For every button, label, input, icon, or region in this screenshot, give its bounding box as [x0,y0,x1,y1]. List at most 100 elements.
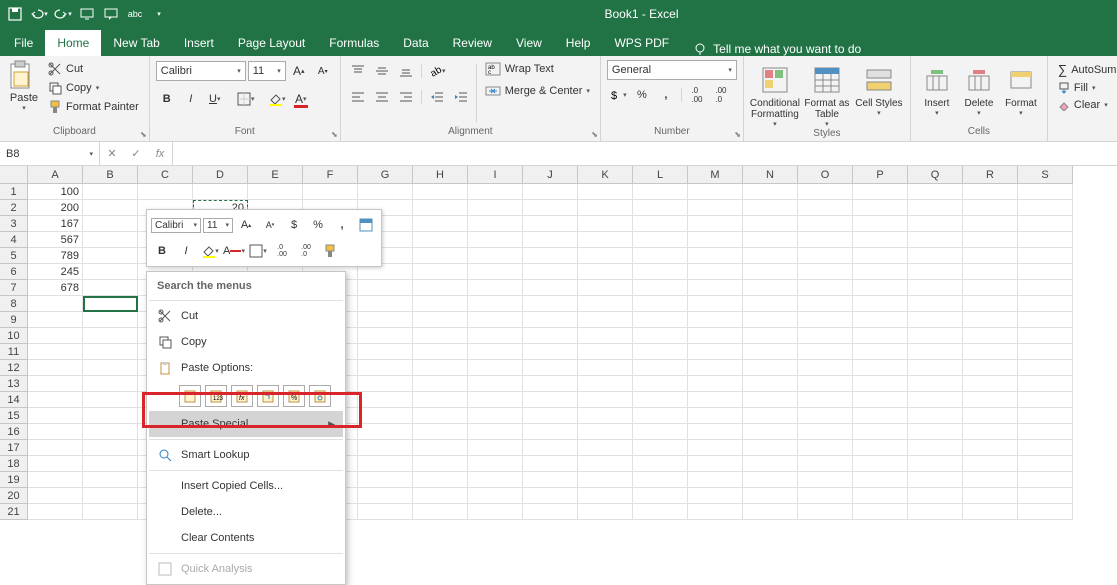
cell[interactable] [1018,376,1073,392]
cell[interactable] [633,456,688,472]
cell[interactable] [83,456,138,472]
cell[interactable] [28,472,83,488]
cell[interactable] [468,312,523,328]
orientation-icon[interactable]: ab▾ [426,60,448,82]
cell[interactable] [413,280,468,296]
cell[interactable] [633,200,688,216]
align-middle-icon[interactable] [371,60,393,82]
mini-font-size[interactable]: 11▾ [203,218,233,233]
border-button[interactable]: ▾ [235,88,257,110]
cell[interactable] [28,344,83,360]
mini-dec-decimal-icon[interactable]: .00.0 [295,240,317,262]
cell[interactable] [413,488,468,504]
cell[interactable] [743,440,798,456]
cell[interactable] [413,216,468,232]
spellcheck-icon[interactable]: abc [124,3,146,25]
cell[interactable] [28,392,83,408]
cell[interactable] [743,376,798,392]
row-header[interactable]: 2 [0,200,28,216]
cell[interactable] [633,376,688,392]
cell[interactable] [28,312,83,328]
cell[interactable] [963,344,1018,360]
column-header[interactable]: C [138,166,193,184]
cell[interactable] [468,440,523,456]
cell[interactable] [413,296,468,312]
cell[interactable]: 100 [28,184,83,200]
font-color-button[interactable]: A▾ [290,88,312,110]
cell[interactable] [468,376,523,392]
redo-icon[interactable]: ▾ [52,3,74,25]
format-cells-button[interactable]: Format▾ [1001,60,1041,126]
cell[interactable] [578,392,633,408]
cell[interactable] [468,392,523,408]
tab-home[interactable]: Home [45,30,101,56]
cell[interactable] [578,184,633,200]
cell[interactable] [413,200,468,216]
cell[interactable] [413,408,468,424]
column-header[interactable]: P [853,166,908,184]
cell[interactable] [413,312,468,328]
cell[interactable] [853,376,908,392]
cell[interactable] [523,504,578,520]
mini-bold-icon[interactable]: B [151,240,173,262]
cell[interactable] [688,392,743,408]
align-center-icon[interactable] [371,86,393,108]
cell[interactable] [798,440,853,456]
cell[interactable] [688,328,743,344]
cell[interactable] [413,392,468,408]
cell[interactable] [633,488,688,504]
cell[interactable] [468,344,523,360]
cell[interactable] [963,440,1018,456]
cell[interactable] [578,232,633,248]
cell[interactable] [1018,440,1073,456]
cell[interactable] [83,488,138,504]
cell[interactable] [413,264,468,280]
cell[interactable] [688,440,743,456]
cell[interactable] [358,456,413,472]
context-smart-lookup[interactable]: Smart Lookup [149,442,343,468]
tab-data[interactable]: Data [391,30,440,56]
cell[interactable] [578,408,633,424]
cell[interactable] [908,200,963,216]
align-top-icon[interactable] [347,60,369,82]
clear-button[interactable]: Clear▾ [1054,97,1117,113]
cell[interactable] [853,312,908,328]
cell[interactable] [523,264,578,280]
cell[interactable] [468,184,523,200]
cell[interactable] [908,328,963,344]
qat-more-icon[interactable]: ▾ [148,3,170,25]
cell[interactable] [523,280,578,296]
cell[interactable] [853,360,908,376]
cell[interactable] [743,392,798,408]
cell[interactable] [798,472,853,488]
row-header[interactable]: 4 [0,232,28,248]
cell[interactable] [358,488,413,504]
cell[interactable] [358,360,413,376]
cell[interactable] [1018,328,1073,344]
cell[interactable] [413,504,468,520]
cell[interactable] [688,408,743,424]
align-right-icon[interactable] [395,86,417,108]
tab-formulas[interactable]: Formulas [317,30,391,56]
cell[interactable] [798,232,853,248]
cell[interactable] [688,504,743,520]
mini-increase-font-icon[interactable]: A▴ [235,214,257,236]
cell[interactable] [523,424,578,440]
cell[interactable] [523,360,578,376]
cell[interactable] [413,472,468,488]
cell[interactable] [743,280,798,296]
cell[interactable] [28,408,83,424]
cell[interactable] [798,248,853,264]
cell[interactable] [853,200,908,216]
column-header[interactable]: A [28,166,83,184]
cell[interactable] [853,408,908,424]
merge-center-button[interactable]: Merge & Center▾ [481,82,594,100]
row-header[interactable]: 3 [0,216,28,232]
row-header[interactable]: 11 [0,344,28,360]
increase-decimal-icon[interactable]: .0.00 [686,84,708,106]
cell[interactable] [468,248,523,264]
cell[interactable] [358,408,413,424]
cell[interactable] [578,344,633,360]
cell[interactable] [1018,280,1073,296]
cell[interactable] [28,296,83,312]
